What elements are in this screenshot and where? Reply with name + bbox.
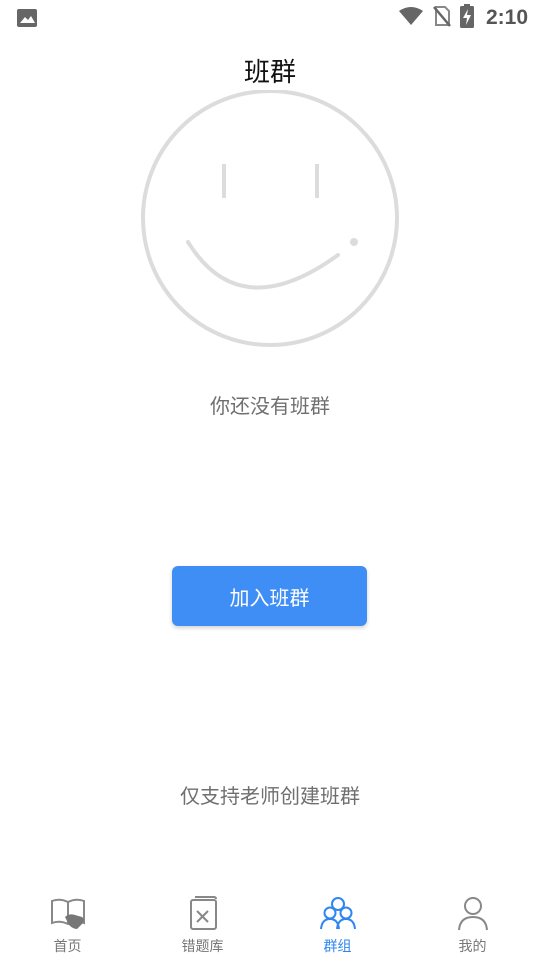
nav-item-error-book[interactable]: 错题库 <box>135 888 270 960</box>
nav-item-group[interactable]: 群组 <box>270 888 405 960</box>
page-title: 班群 <box>243 58 296 88</box>
teacher-only-note: 仅支持老师创建班群 <box>180 784 360 808</box>
status-icons: 2:10 <box>398 4 528 32</box>
battery-charging-icon <box>459 4 474 32</box>
image-icon <box>16 8 38 32</box>
nav-item-me[interactable]: 我的 <box>405 888 540 960</box>
group-icon <box>318 894 358 932</box>
no-sim-icon <box>432 5 452 31</box>
wifi-icon <box>398 6 424 30</box>
nav-item-home[interactable]: 首页 <box>0 888 135 960</box>
status-time: 2:10 <box>485 6 528 29</box>
empty-state-message: 你还没有班群 <box>210 394 330 418</box>
join-class-group-button[interactable]: 加入班群 <box>172 566 367 626</box>
nav-label-me: 我的 <box>458 939 487 955</box>
nav-label-group: 群组 <box>323 939 352 955</box>
person-icon <box>453 894 493 932</box>
bottom-nav: 首页 错题库 群组 我的 <box>0 888 540 960</box>
nav-label-home: 首页 <box>53 939 82 955</box>
error-book-icon <box>183 894 223 932</box>
nav-label-error-book: 错题库 <box>181 939 224 955</box>
book-hand-icon <box>48 894 88 932</box>
status-bar: 2:10 <box>0 0 540 36</box>
smiley-face-icon <box>140 89 400 354</box>
